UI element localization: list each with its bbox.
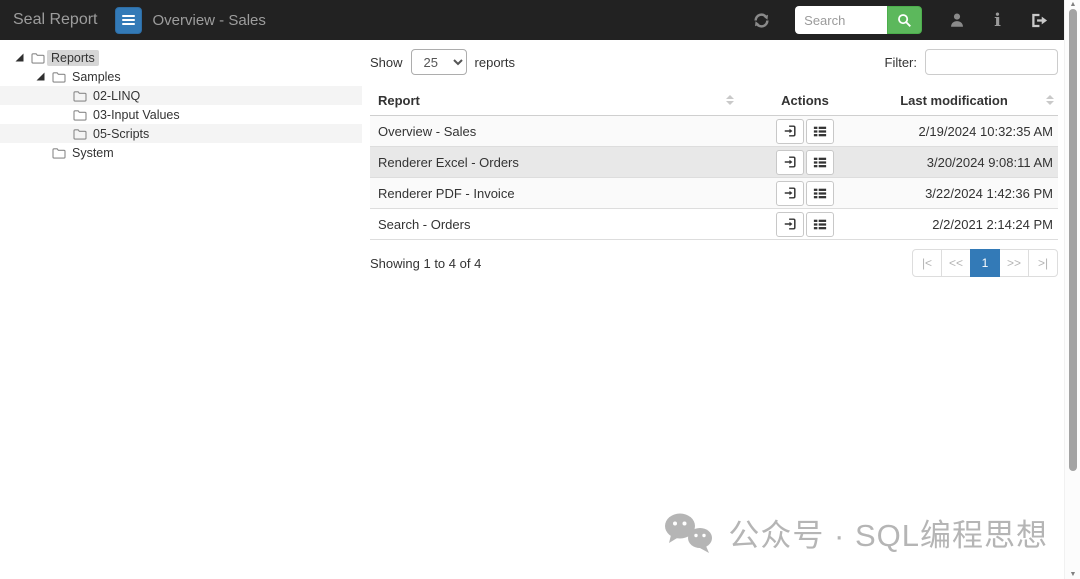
watermark: 公众号 · SQL编程思想	[663, 510, 1048, 555]
report-detail-button[interactable]	[806, 211, 834, 237]
tree-item-03-input-values[interactable]: 03-Input Values	[0, 105, 362, 124]
report-column-label: Report	[378, 92, 420, 108]
folder-icon	[73, 128, 87, 140]
wechat-icon	[665, 513, 713, 553]
show-label: Show	[370, 54, 403, 70]
table-row[interactable]: Overview - Sales 2/19/2024 10:32:35 AM	[370, 116, 1058, 147]
tree-expand-icon[interactable]	[15, 53, 24, 62]
page-size-control: Show 25 reports	[370, 49, 515, 75]
logout-icon	[1032, 13, 1048, 27]
table-footer: Showing 1 to 4 of 4 |< << 1 >> >|	[370, 249, 1058, 277]
folder-icon	[52, 147, 66, 159]
info-button[interactable]: i	[994, 10, 1001, 31]
list-icon	[813, 219, 827, 229]
watermark-text: 公众号 · SQL编程思想	[728, 518, 1048, 553]
search-input[interactable]	[795, 6, 888, 34]
tree-item-label: 05-Scripts	[93, 126, 150, 141]
pagination: |< << 1 >> >|	[912, 249, 1058, 277]
column-header-actions: Actions	[781, 92, 829, 108]
tree-item-system[interactable]: System	[0, 143, 362, 162]
vertical-scrollbar[interactable]: ▲ ▼	[1064, 0, 1080, 579]
execute-report-button[interactable]	[776, 149, 804, 175]
table-row[interactable]: Search - Orders 2/2/2021 2:14:24 PM	[370, 209, 1058, 240]
tree-item-label: Reports	[47, 49, 99, 66]
tree-item-label: Samples	[72, 69, 121, 84]
sort-icon-wrap	[1038, 95, 1058, 105]
reports-label: reports	[474, 54, 515, 70]
next-page-button[interactable]: >>	[999, 249, 1029, 277]
execute-icon	[784, 125, 796, 137]
tree-item-samples[interactable]: Samples	[0, 67, 362, 86]
magnifier-icon	[898, 13, 912, 27]
tree-expand-icon[interactable]	[36, 72, 45, 81]
scroll-up-arrow-icon[interactable]: ▲	[1065, 1, 1080, 8]
app-brand[interactable]: Seal Report	[13, 11, 98, 29]
filter-label: Filter:	[884, 54, 918, 70]
tree-item-05-scripts[interactable]: 05-Scripts	[0, 124, 362, 143]
table-controls: Show 25 reports Filter:	[370, 48, 1058, 76]
last-page-button[interactable]: >|	[1028, 249, 1058, 277]
hamburger-icon	[121, 15, 135, 25]
execute-icon	[784, 218, 796, 230]
row-count-summary: Showing 1 to 4 of 4	[370, 255, 482, 271]
list-icon	[813, 188, 827, 198]
last-modification-value: 3/20/2024 9:08:11 AM	[926, 154, 1053, 170]
profile-button[interactable]	[948, 11, 966, 29]
folder-icon	[31, 52, 45, 64]
sort-icon	[1046, 95, 1054, 105]
current-report-title: Overview - Sales	[152, 11, 266, 29]
execute-report-button[interactable]	[776, 118, 804, 144]
folder-icon	[73, 109, 87, 121]
report-detail-button[interactable]	[806, 149, 834, 175]
filter-input[interactable]	[925, 49, 1058, 75]
sort-icon	[726, 95, 734, 105]
prev-page-button[interactable]: <<	[941, 249, 971, 277]
refresh-button[interactable]	[752, 11, 771, 30]
report-list-panel: Show 25 reports Filter: Report Actions L…	[370, 48, 1058, 277]
page-size-select[interactable]: 25	[410, 49, 467, 75]
filter-control: Filter:	[884, 49, 1058, 75]
search-button[interactable]	[887, 6, 923, 34]
last-modification-value: 2/2/2021 2:14:24 PM	[932, 216, 1053, 232]
report-detail-button[interactable]	[806, 118, 834, 144]
scrollbar-thumb[interactable]	[1069, 9, 1077, 471]
execute-icon	[784, 156, 796, 168]
info-icon: i	[994, 9, 1001, 31]
last-modification-value: 2/19/2024 10:32:35 AM	[918, 123, 1053, 139]
tree-item-label: 02-LINQ	[93, 88, 141, 103]
table-row[interactable]: Renderer PDF - Invoice 3/22/2024 1:42:36…	[370, 178, 1058, 209]
tree-item-reports[interactable]: Reports	[0, 48, 362, 67]
column-header-last-modification[interactable]: Last modification	[870, 93, 1038, 108]
table-header: Report Actions Last modification	[370, 85, 1058, 116]
table-row[interactable]: Renderer Excel - Orders 3/20/2024 9:08:1…	[370, 147, 1058, 178]
column-header-report[interactable]: Report	[370, 93, 740, 108]
list-icon	[813, 126, 827, 136]
page-1-button[interactable]: 1	[970, 249, 1000, 277]
tree-item-label: System	[72, 145, 114, 160]
navbar-search	[795, 6, 923, 34]
refresh-icon	[754, 12, 769, 28]
last-modification-value: 3/22/2024 1:42:36 PM	[925, 185, 1053, 201]
execute-icon	[784, 187, 796, 199]
tree-item-label: 03-Input Values	[93, 107, 180, 122]
first-page-button[interactable]: |<	[912, 249, 942, 277]
folder-icon	[73, 90, 87, 102]
top-navbar: Seal Report Overview - Sales i	[0, 0, 1064, 40]
folder-icon	[52, 71, 66, 83]
report-name[interactable]: Search - Orders	[370, 217, 740, 232]
report-detail-button[interactable]	[806, 180, 834, 206]
user-icon	[951, 13, 964, 27]
scroll-down-arrow-icon[interactable]: ▼	[1065, 571, 1080, 578]
list-icon	[813, 157, 827, 167]
logout-button[interactable]	[1029, 11, 1048, 30]
tree-item-02-linq[interactable]: 02-LINQ	[0, 86, 362, 105]
report-name[interactable]: Renderer Excel - Orders	[370, 155, 740, 170]
table-body: Overview - Sales 2/19/2024 10:32:35 AM R…	[370, 116, 1058, 240]
execute-report-button[interactable]	[776, 180, 804, 206]
report-name[interactable]: Renderer PDF - Invoice	[370, 186, 740, 201]
report-name[interactable]: Overview - Sales	[370, 124, 740, 139]
menu-toggle-button[interactable]	[114, 6, 142, 34]
execute-report-button[interactable]	[776, 211, 804, 237]
report-tree: Reports Samples 02-LINQ 03-Input Values …	[0, 48, 362, 162]
